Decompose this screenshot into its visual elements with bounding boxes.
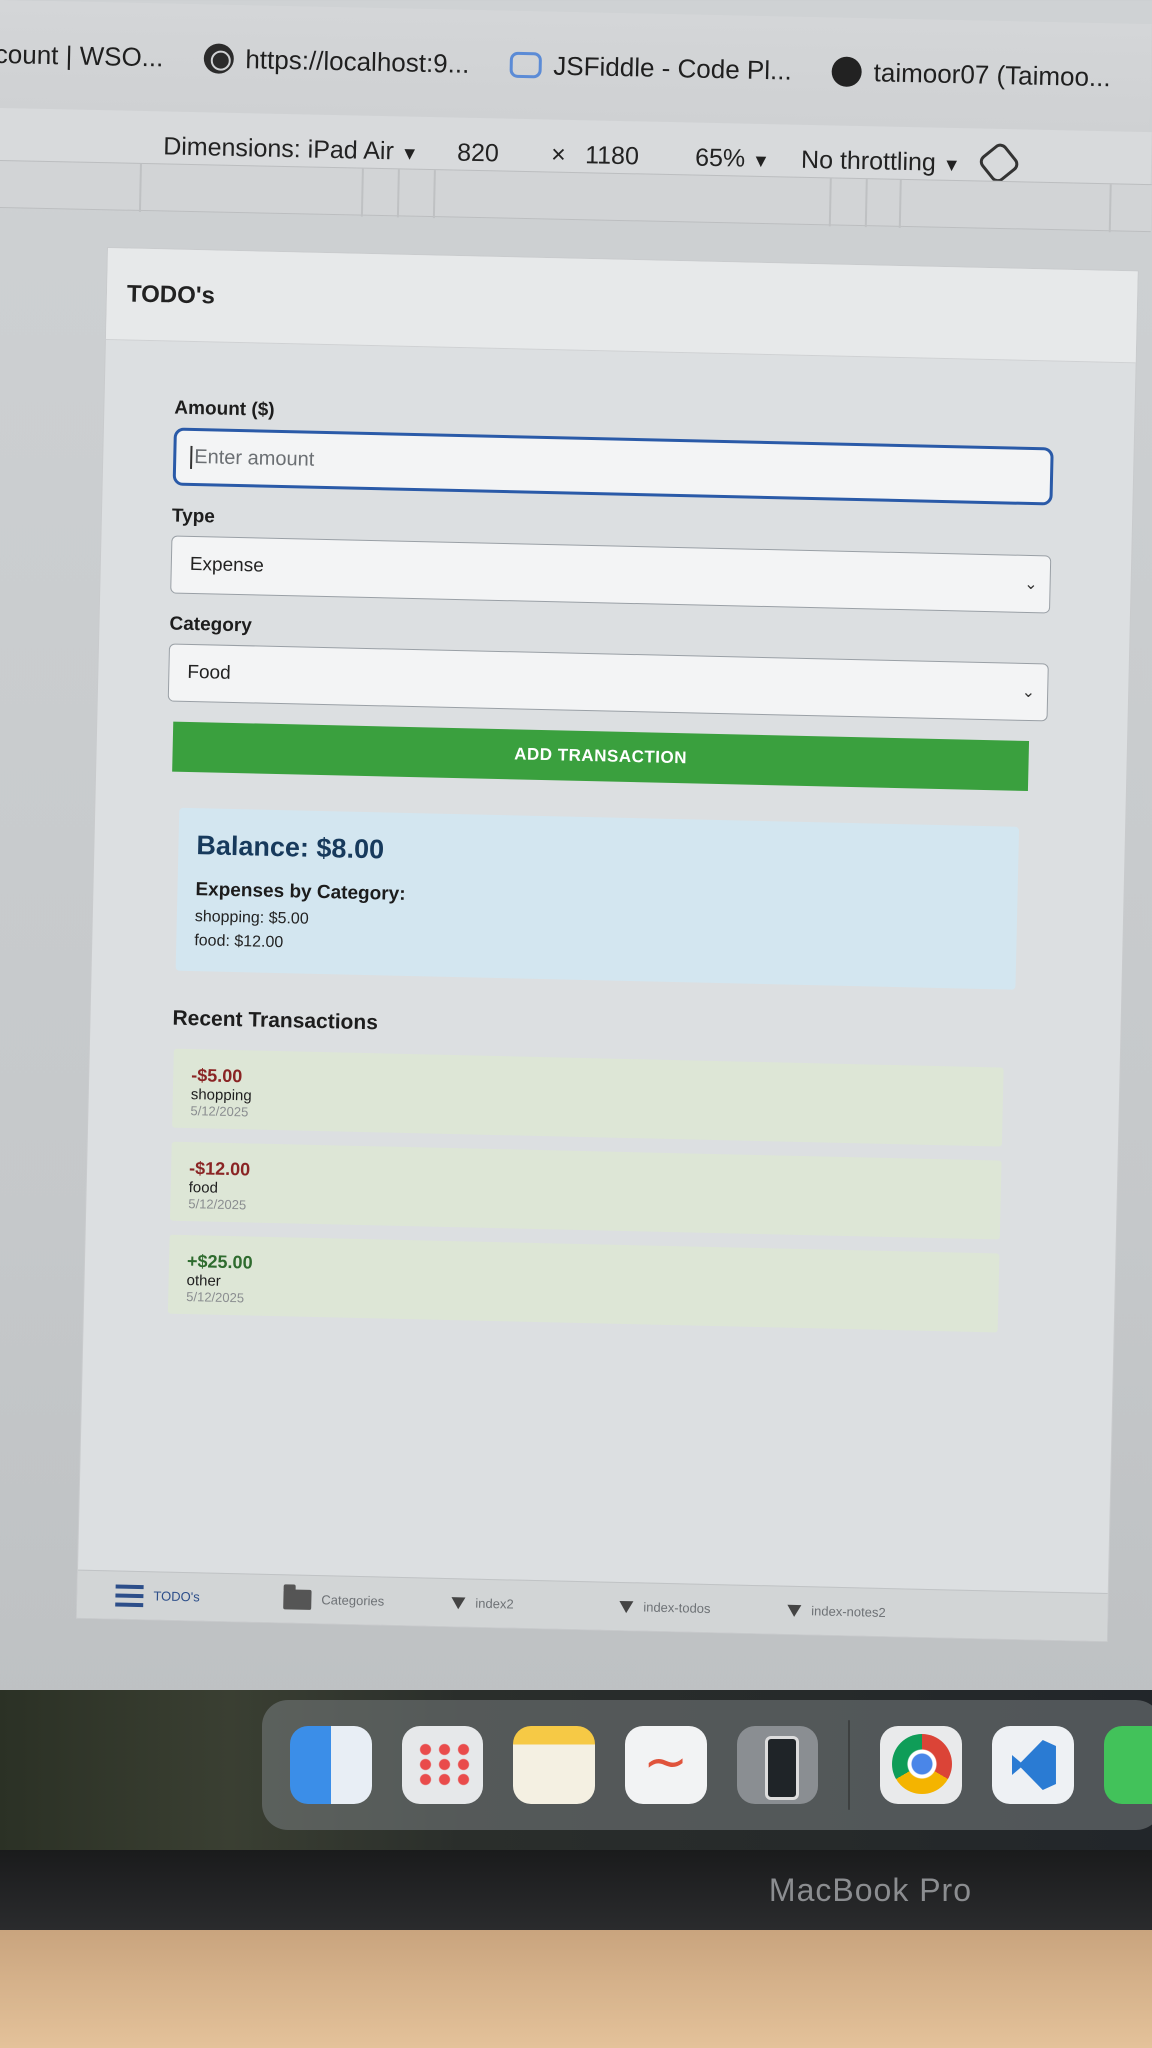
zoom-dropdown[interactable]: 65% ▼	[695, 143, 770, 174]
balance-amount: Balance: $8.00	[196, 830, 385, 865]
tab-index-notes2[interactable]: index-notes2	[787, 1603, 955, 1622]
tab-categories[interactable]: Categories	[283, 1588, 451, 1613]
app-viewport: TODO's Amount ($) Enter amount Type Expe…	[76, 248, 1138, 1642]
category-select[interactable]: Food ⌄	[167, 643, 1049, 722]
list-icon	[115, 1584, 144, 1607]
throttling-dropdown[interactable]: No throttling ▼	[801, 145, 961, 177]
tab-index-todos[interactable]: index-todos	[619, 1599, 787, 1618]
tab-label: Categories	[321, 1592, 385, 1609]
width-input[interactable]: 820	[457, 138, 499, 168]
throttling-label: No throttling	[800, 145, 937, 177]
bookmark-label: count | WSO...	[0, 38, 164, 72]
bookmark-jsfiddle[interactable]: JSFiddle - Code Pl...	[509, 49, 792, 86]
folder-icon	[283, 1588, 312, 1610]
triangle-icon	[787, 1604, 802, 1617]
notes-icon[interactable]	[513, 1726, 596, 1804]
jsfiddle-icon	[509, 51, 542, 79]
balance-summary: Balance: $8.00 Expenses by Category: sho…	[175, 807, 1020, 990]
transaction-item: -$5.00 shopping 5/12/2025	[172, 1048, 1004, 1147]
dropdown-arrow-icon: ▼	[942, 154, 961, 175]
bookmark-github[interactable]: taimoor07 (Taimoo...	[831, 56, 1111, 93]
github-icon	[831, 56, 863, 88]
bezel-label: MacBook Pro	[768, 1871, 972, 1908]
vscode-icon[interactable]	[991, 1726, 1074, 1804]
ipad-simulator-icon[interactable]	[736, 1726, 819, 1804]
dock	[262, 1700, 1152, 1830]
bookmark-localhost[interactable]: https://localhost:9...	[203, 43, 470, 80]
bookmark-label: https://localhost:9...	[245, 43, 470, 79]
launchpad-icon[interactable]	[401, 1726, 484, 1804]
type-select[interactable]: Expense ⌄	[170, 535, 1052, 614]
rotate-icon[interactable]	[976, 140, 1022, 186]
recent-transactions-heading: Recent Transactions	[172, 1006, 379, 1035]
transaction-item: -$12.00 food 5/12/2025	[169, 1141, 1002, 1240]
tab-label: index-todos	[643, 1599, 711, 1617]
tab-index2[interactable]: index2	[451, 1595, 619, 1614]
page-title: TODO's	[126, 279, 216, 309]
dimensions-label: Dimensions: iPad Air	[162, 131, 395, 165]
laptop-bezel: MacBook Pro	[0, 1850, 1152, 1930]
freeform-icon[interactable]	[625, 1726, 707, 1804]
type-selected-value: Expense	[189, 553, 265, 577]
bookmark-wso[interactable]: count | WSO...	[0, 38, 164, 73]
transaction-item: +$25.00 other 5/12/2025	[167, 1234, 1000, 1333]
zoom-label: 65%	[694, 143, 746, 173]
globe-icon	[203, 43, 234, 74]
triangle-icon	[619, 1600, 634, 1613]
transaction-form: Amount ($) Enter amount Type Expense ⌄ C…	[84, 340, 1136, 1335]
messages-icon[interactable]	[1103, 1726, 1152, 1804]
tab-label: index2	[475, 1595, 514, 1612]
tab-todos[interactable]: TODO's	[115, 1584, 283, 1610]
chrome-icon[interactable]	[880, 1726, 962, 1804]
tab-label: index-notes2	[811, 1603, 886, 1620]
times-sign: ×	[550, 140, 567, 169]
add-transaction-button[interactable]: ADD TRANSACTION	[172, 721, 1030, 792]
amount-placeholder: Enter amount	[190, 445, 315, 472]
bookmark-label: JSFiddle - Code Pl...	[553, 50, 793, 86]
desk-surface	[0, 1930, 1152, 2048]
dropdown-arrow-icon: ▼	[400, 142, 419, 164]
triangle-icon	[451, 1596, 466, 1609]
category-selected-value: Food	[187, 661, 231, 684]
finder-icon[interactable]	[290, 1726, 372, 1804]
chevron-down-icon: ⌄	[1021, 683, 1036, 702]
dock-separator	[848, 1720, 851, 1810]
tab-label: TODO's	[153, 1588, 200, 1605]
dropdown-arrow-icon: ▼	[751, 150, 771, 171]
bottom-tab-bar: TODO's Categories index2 index-todos ind…	[76, 1569, 1108, 1642]
height-input[interactable]: 1180	[585, 141, 639, 171]
bookmark-label: taimoor07 (Taimoo...	[873, 56, 1111, 92]
dimensions-dropdown[interactable]: Dimensions: iPad Air ▼	[163, 132, 419, 166]
amount-input[interactable]: Enter amount	[172, 427, 1054, 506]
chevron-down-icon: ⌄	[1024, 575, 1038, 594]
